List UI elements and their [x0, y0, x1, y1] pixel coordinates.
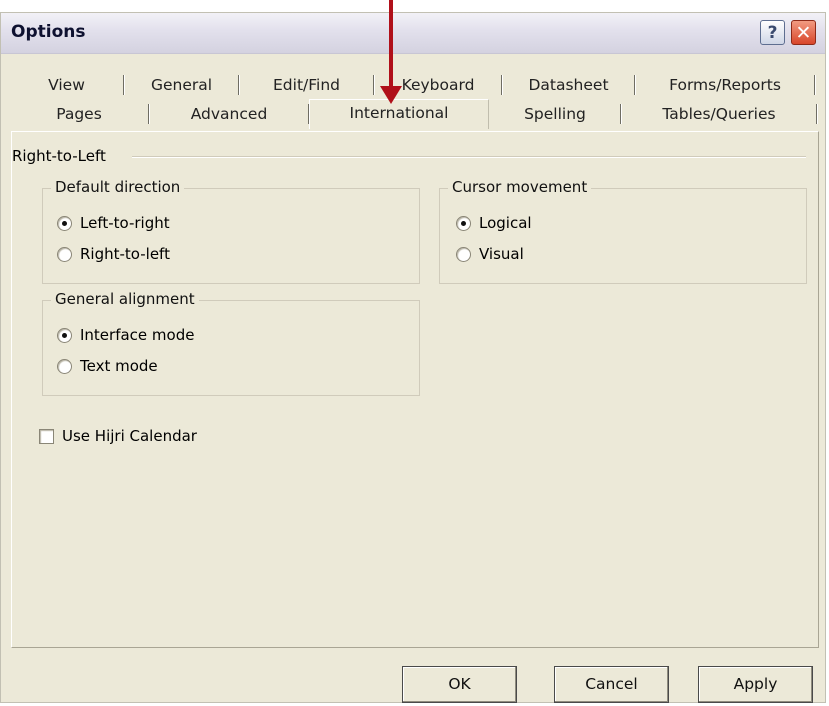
tab-view[interactable]: View — [9, 73, 124, 97]
radio-button-checked[interactable] — [456, 215, 471, 231]
radio-label: Text mode — [80, 357, 158, 375]
radio-label: Left-to-right — [80, 214, 170, 232]
radio-label: Right-to-left — [80, 245, 170, 263]
checkbox-use-hijri-calendar[interactable]: Use Hijri Calendar — [39, 427, 197, 445]
tab-datasheet[interactable]: Datasheet — [502, 73, 635, 97]
options-dialog: Options ? ✕ View General Edit/Find Keybo… — [0, 12, 826, 703]
apply-button[interactable]: Apply — [698, 666, 813, 703]
radio-button[interactable] — [456, 246, 471, 262]
cancel-button[interactable]: Cancel — [554, 666, 669, 703]
tab-forms-reports[interactable]: Forms/Reports — [635, 73, 815, 97]
tab-general[interactable]: General — [124, 73, 239, 97]
radio-logical[interactable]: Logical — [456, 214, 532, 232]
tab-label: Forms/Reports — [669, 76, 781, 94]
tab-label: International — [349, 104, 449, 122]
tab-label: View — [48, 76, 85, 94]
close-icon: ✕ — [795, 21, 812, 44]
radio-visual[interactable]: Visual — [456, 245, 524, 263]
radio-label: Logical — [479, 214, 532, 232]
tab-tables-queries[interactable]: Tables/Queries — [621, 102, 817, 126]
radio-button-checked[interactable] — [57, 215, 72, 231]
cursor-movement-group: Cursor movement Logical Visual — [439, 178, 807, 284]
help-button[interactable]: ? — [760, 20, 785, 45]
ok-button[interactable]: OK — [402, 666, 517, 703]
radio-left-to-right[interactable]: Left-to-right — [57, 214, 170, 232]
radio-button[interactable] — [57, 246, 72, 262]
section-label-right-to-left: Right-to-Left — [12, 147, 111, 165]
window-title: Options — [11, 22, 86, 42]
radio-text-mode[interactable]: Text mode — [57, 357, 158, 375]
tab-label: Spelling — [524, 105, 586, 123]
tab-panel-international: Right-to-Left Default direction Left-to-… — [11, 131, 819, 648]
title-bar: Options ? ✕ — [1, 13, 825, 54]
radio-label: Visual — [479, 245, 524, 263]
annotation-arrow-head — [380, 86, 402, 104]
checkbox-label: Use Hijri Calendar — [62, 427, 197, 445]
tab-label: Pages — [56, 105, 102, 123]
radio-right-to-left[interactable]: Right-to-left — [57, 245, 170, 263]
help-icon: ? — [767, 22, 778, 43]
radio-button[interactable] — [57, 358, 72, 374]
radio-button-checked[interactable] — [57, 327, 72, 343]
tab-label: Edit/Find — [273, 76, 340, 94]
tab-label: Keyboard — [401, 76, 475, 94]
general-alignment-group: General alignment Interface mode Text mo… — [42, 290, 420, 396]
default-direction-group: Default direction Left-to-right Right-to… — [42, 178, 420, 284]
checkbox[interactable] — [39, 428, 54, 444]
tab-label: Advanced — [190, 105, 268, 123]
group-legend: Default direction — [51, 178, 185, 196]
radio-label: Interface mode — [80, 326, 195, 344]
radio-interface-mode[interactable]: Interface mode — [57, 326, 194, 344]
tab-pages[interactable]: Pages — [9, 102, 149, 126]
tab-edit-find[interactable]: Edit/Find — [239, 73, 374, 97]
group-legend: Cursor movement — [448, 178, 592, 196]
close-button[interactable]: ✕ — [791, 20, 816, 45]
tab-advanced[interactable]: Advanced — [149, 102, 309, 126]
tab-spelling[interactable]: Spelling — [489, 102, 621, 126]
group-legend: General alignment — [51, 290, 199, 308]
tab-label: Tables/Queries — [662, 105, 776, 123]
tab-label: Datasheet — [528, 76, 609, 94]
section-divider — [132, 156, 806, 158]
annotation-arrow-shaft — [389, 0, 393, 90]
tab-label: General — [150, 76, 213, 94]
